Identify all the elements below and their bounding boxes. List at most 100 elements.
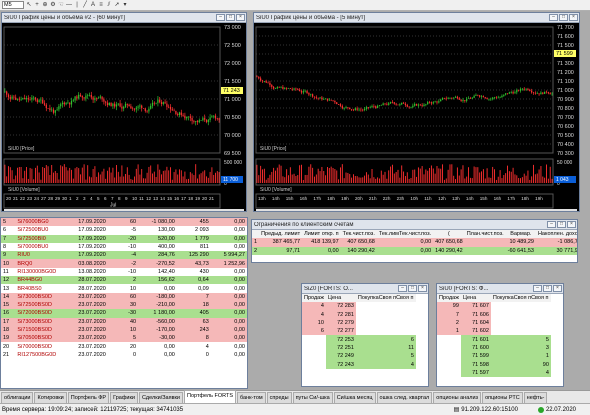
minimize-icon[interactable]: – (547, 221, 556, 228)
column-header[interactable]: Цена (460, 294, 491, 303)
workspace-tab[interactable]: опционы анализ (433, 392, 482, 403)
workspace-tab[interactable]: спреды (266, 392, 292, 403)
maximize-icon[interactable]: □ (557, 221, 566, 228)
order-book-row[interactable]: 72 249 5 (302, 352, 416, 361)
right-chart-canvas[interactable]: 71 70071 60071 50071 40071 30071 20071 1… (254, 23, 579, 211)
close-icon[interactable]: × (236, 14, 245, 21)
order-book-row[interactable]: 72 251 11 (302, 343, 416, 353)
close-icon[interactable]: × (553, 285, 562, 292)
order-book-row[interactable]: 7 71 606 (437, 310, 551, 319)
table-row[interactable]: 14 Si73000BS0D 23.07.2020 60 -180,00 7 0,00 (1, 292, 247, 301)
workspace-tab[interactable]: Сделки/Заявки (138, 392, 183, 403)
minimize-icon[interactable]: – (398, 285, 407, 292)
column-header[interactable]: Тек.лимТек.чист.поз. (376, 230, 434, 239)
trendline-icon[interactable]: ╱ (82, 2, 88, 9)
workspace-tab[interactable]: Портфель FORTS (184, 390, 237, 403)
table-row[interactable]: 18 Si71500BS0D 23.07.2020 10 -170,00 243 0,00 (1, 325, 247, 335)
channel-icon[interactable]: ⫽ (106, 2, 112, 9)
crosshair-icon[interactable]: + (34, 2, 40, 9)
table-row[interactable]: 17 Si73000BS0D 23.07.2020 40 -560,00 63 0,00 (1, 317, 247, 326)
workspace-tab[interactable]: облигации (1, 392, 34, 403)
zoom-icon[interactable]: ⊕ (42, 2, 48, 9)
dropdown-icon[interactable]: ▾ (122, 2, 128, 9)
order-book-row[interactable]: 71 598 90 (437, 360, 551, 369)
chart-scrollbar[interactable] (4, 209, 244, 211)
order-book-row[interactable]: 4 72 283 (302, 302, 416, 311)
column-header[interactable]: Продаж (437, 294, 461, 303)
cursor-icon[interactable]: ↖ (26, 2, 32, 9)
table-row[interactable]: 20 Si70000BS0D 23.07.2020 20 0,00 4 0,00 (1, 342, 247, 351)
workspace-tab[interactable]: путы Си/-шка (292, 392, 333, 403)
fibonacci-icon[interactable]: ≡ (98, 2, 104, 9)
chart-scrollbar[interactable] (256, 209, 577, 211)
workspace-tab[interactable]: Портфель ФР (67, 392, 110, 403)
order-book-row[interactable]: 71 599 1 (437, 352, 551, 361)
workspace-tab[interactable]: Котировки (34, 392, 67, 403)
candle-body (490, 98, 492, 100)
order-book-row[interactable]: 72 243 4 (302, 360, 416, 369)
maximize-icon[interactable]: □ (226, 14, 235, 21)
column-header[interactable]: План.чист.поз. (464, 230, 506, 239)
workspace-tab[interactable]: опционы РТС (482, 392, 523, 403)
column-header[interactable]: Цена (325, 294, 356, 303)
order-book-row[interactable]: 99 71 607 (437, 302, 551, 311)
column-header[interactable]: Лимит откр. п (302, 230, 341, 239)
table-row[interactable]: 6 Si72500BU0 17.09.2020 -5 130,00 2 093 0,00 (1, 226, 247, 235)
minimize-icon[interactable]: – (216, 14, 225, 21)
column-header[interactable]: ПокупкаСвоя пСвоя п (355, 294, 416, 303)
order-book-row[interactable]: 71 600 3 (437, 343, 551, 353)
workspace-tab[interactable]: нефть- (523, 392, 548, 403)
left-chart-canvas[interactable]: 73 000 72 500 72 000 71 500 71 000 70 500 70 0… (2, 23, 246, 211)
table-row[interactable]: 10 BRQ0 03.08.2020 -2 -270,52 43,73 1 252,96 (1, 259, 247, 268)
table-row[interactable]: 21 RI127500BG0D 23.07.2020 0 0,00 0 0,00 (1, 350, 247, 360)
table-row[interactable]: 12 BR44BG0 28.07.2020 2 156,62 0,64 0,00 (1, 276, 247, 285)
close-icon[interactable]: × (567, 221, 576, 228)
order-book-row[interactable]: 2 71 604 (437, 318, 551, 328)
column-header[interactable]: Продаж (302, 294, 326, 303)
table-row[interactable]: 5 Si76000BG0 17.09.2020 60 -1 080,00 455 0,00 (1, 218, 247, 227)
table-row[interactable]: 7 Si72500BI0 17.09.2020 -20 520,00 1 779 0,00 (1, 234, 247, 243)
close-icon[interactable]: × (418, 285, 427, 292)
order-book-row[interactable]: 10 72 279 (302, 318, 416, 328)
table-row[interactable]: 13 BR40BS0 28.07.2020 10 0,00 0,09 0,00 (1, 284, 247, 293)
column-header[interactable]: ( (433, 230, 465, 239)
maximize-icon[interactable]: □ (559, 14, 568, 21)
workspace-tab[interactable]: банк-том (237, 392, 266, 403)
table-row[interactable]: 19 Si70500BS0D 23.07.2020 5 -30,00 8 0,00 (1, 334, 247, 343)
order-book-row[interactable]: 72 253 6 (302, 335, 416, 344)
hline-icon[interactable]: ― (66, 2, 72, 9)
column-header[interactable]: Предыд. лимит (259, 230, 303, 239)
workspace-tab[interactable]: Си/шка месяц (333, 392, 376, 403)
workspace-tab[interactable]: ошка след. квартал (376, 392, 433, 403)
column-header[interactable]: Накоплен. доход (535, 230, 577, 239)
order-book-row[interactable]: 71 597 4 (437, 368, 551, 377)
minimize-icon[interactable]: – (533, 285, 542, 292)
order-book-row[interactable]: 4 72 281 (302, 310, 416, 319)
table-row[interactable]: 2 97,71 0,00 140 290,42 0,00 140 290,42 -60 64… (252, 246, 577, 255)
table-row[interactable]: 16 Si72000BS0D 23.07.2020 -30 1 180,00 405 0,0… (1, 309, 247, 318)
order-book-row[interactable]: 6 72 277 (302, 327, 416, 336)
table-row[interactable]: 1 387 465,77 418 139,97 407 650,68 0,00 407 6… (252, 238, 577, 247)
minimize-icon[interactable]: – (549, 14, 558, 21)
pointer-icon[interactable]: ☜ (58, 2, 64, 9)
arrow-icon[interactable]: ➚ (114, 2, 120, 9)
order-book-row[interactable]: 1 71 602 (437, 327, 551, 336)
table-cell-qty: 30 (129, 302, 137, 309)
workspace-tab[interactable]: Графики (110, 392, 138, 403)
order-book-row[interactable]: 71 601 5 (437, 335, 551, 344)
maximize-icon[interactable]: □ (408, 285, 417, 292)
maximize-icon[interactable]: □ (543, 285, 552, 292)
column-header[interactable]: ПокупкаСвоя пСвоя п (490, 294, 551, 303)
vline-icon[interactable]: | (74, 2, 80, 9)
table-row[interactable]: 15 Si72500BS0D 23.07.2020 30 -210,00 18 0,00 (1, 300, 247, 310)
column-header[interactable]: Тек.чист.поз. (340, 230, 377, 239)
table-row[interactable]: 8 Si70000BU0 17.09.2020 -10 400,00 811 0,00 (1, 242, 247, 252)
table-row[interactable]: 11 RI130000BG0D 13.08.2020 -10 142,40 430 0,00 (1, 267, 247, 277)
column-header[interactable]: Вармар. (505, 230, 536, 239)
settings-icon[interactable]: ⚙ (50, 2, 56, 9)
close-icon[interactable]: × (569, 14, 578, 21)
column-header[interactable] (252, 230, 260, 239)
table-row[interactable]: 9 RIU0 17.09.2020 -4 284,76 125 290 5 994,27 (1, 251, 247, 260)
text-icon[interactable]: A (90, 2, 96, 9)
interval-select[interactable]: M5 (2, 1, 24, 9)
